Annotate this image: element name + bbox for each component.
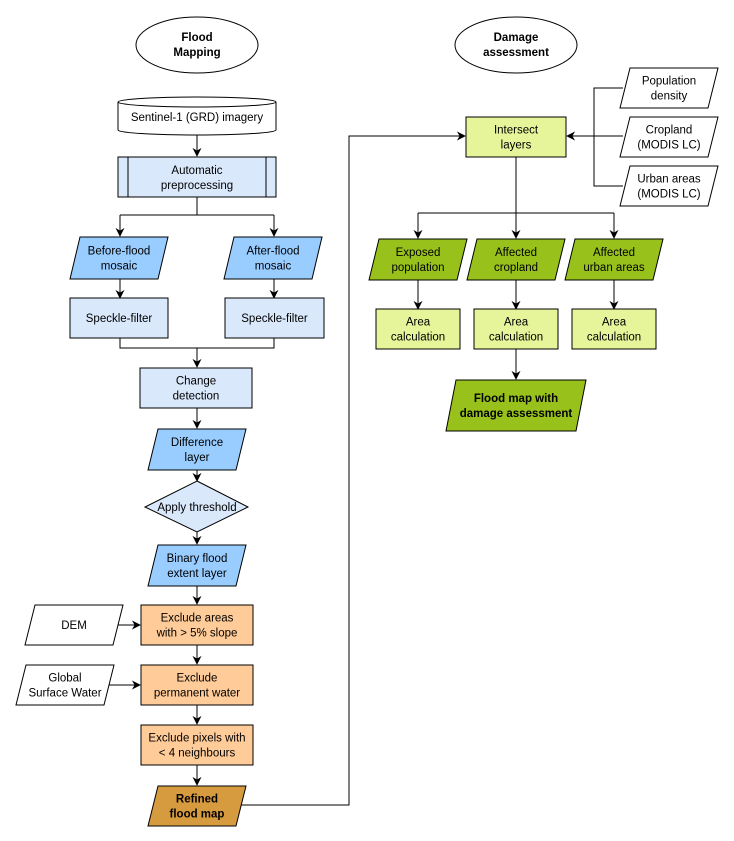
node-label: Global: [48, 673, 81, 685]
flowchart: Flood Mapping Damage assessment Sentinel…: [15, 16, 719, 827]
node-label: mosaic: [255, 261, 292, 273]
node-difference-layer: Difference layer: [147, 428, 247, 471]
node-label: Change: [176, 376, 216, 388]
node-sentinel-imagery: Sentinel-1 (GRD) imagery: [117, 96, 277, 136]
node-label: permanent water: [154, 688, 240, 700]
node-label: Apply threshold: [157, 502, 236, 514]
node-refined-flood-map: Refined flood map: [147, 785, 247, 827]
edge-preprocessing-split: [120, 197, 274, 216]
node-urban-modis: Urban areas (MODIS LC): [619, 165, 719, 207]
node-label: < 4 neighbours: [159, 748, 236, 760]
node-label: Area: [602, 317, 627, 329]
node-speckle-right: Speckle-filter: [224, 297, 325, 339]
node-label: urban areas: [583, 262, 645, 274]
header-line: Mapping: [173, 47, 220, 59]
node-label: Area: [504, 317, 529, 329]
node-change-detection: Change detection: [139, 367, 253, 409]
node-after-mosaic: After-flood mosaic: [223, 236, 323, 280]
node-label: Before-flood: [88, 246, 151, 258]
node-affected-cropland: Affected cropland: [466, 238, 566, 281]
node-label: calculation: [489, 332, 543, 344]
node-before-mosaic: Before-flood mosaic: [69, 236, 169, 280]
node-label: damage assessment: [460, 408, 573, 420]
node-exclude-permanent: Exclude permanent water: [140, 664, 254, 706]
node-binary-flood: Binary flood extent layer: [147, 544, 247, 587]
node-intersect-layers: Intersect layers: [465, 116, 567, 158]
node-label: Binary flood: [167, 553, 228, 565]
node-area-calc-1: Area calculation: [375, 308, 461, 350]
node-label: cropland: [494, 262, 538, 274]
edge-intersect-split: [418, 157, 614, 214]
header-damage-assessment: Damage assessment: [454, 16, 578, 74]
node-apply-threshold: Apply threshold: [143, 480, 250, 533]
header-line: Flood: [181, 32, 212, 44]
node-label: layers: [501, 140, 532, 152]
node-label: extent layer: [167, 568, 227, 580]
node-area-calc-3: Area calculation: [571, 308, 657, 350]
node-label: Exposed: [396, 247, 441, 259]
node-label: Flood map with: [474, 393, 558, 405]
node-exposed-population: Exposed population: [368, 238, 468, 281]
node-label: flood map: [170, 809, 225, 821]
node-label: Sentinel-1 (GRD) imagery: [131, 112, 264, 124]
node-label: Automatic: [171, 165, 222, 177]
node-global-surface-water: Global Surface Water: [15, 664, 115, 706]
node-dem: DEM: [24, 604, 124, 646]
node-label: Population: [642, 76, 696, 88]
node-label: layer: [185, 452, 210, 464]
node-label: preprocessing: [161, 180, 233, 192]
node-label: (MODIS LC): [637, 189, 700, 201]
node-label: mosaic: [101, 261, 138, 273]
header-line: assessment: [483, 47, 549, 59]
node-label: population: [391, 262, 444, 274]
edge-refined-intersect: [241, 131, 466, 806]
node-speckle-left: Speckle-filter: [69, 297, 169, 339]
node-area-calc-2: Area calculation: [473, 308, 559, 350]
node-label: density: [651, 91, 688, 103]
node-label: Affected: [495, 247, 537, 259]
node-label: Speckle-filter: [241, 313, 308, 325]
node-label: Refined: [176, 794, 218, 806]
node-label: Surface Water: [28, 688, 101, 700]
node-population-density: Population density: [619, 67, 719, 109]
node-cropland-modis: Cropland (MODIS LC): [619, 116, 719, 158]
node-label: Speckle-filter: [86, 313, 153, 325]
node-label: DEM: [61, 620, 87, 632]
node-label: calculation: [391, 332, 445, 344]
node-automatic-preprocessing: Automatic preprocessing: [117, 156, 277, 198]
header-flood-mapping: Flood Mapping: [135, 16, 259, 74]
node-label: Exclude areas: [161, 613, 234, 625]
node-label: After-flood: [246, 246, 299, 258]
node-label: Affected: [593, 247, 635, 259]
node-shape: [445, 379, 587, 432]
node-label: Urban areas: [637, 174, 701, 186]
edge-inputs-intersect: [567, 87, 623, 187]
node-label: detection: [173, 391, 220, 403]
node-label: Difference: [171, 437, 223, 449]
node-final-map: Flood map with damage assessment: [445, 379, 587, 432]
node-label: Area: [406, 317, 431, 329]
node-label: Cropland: [646, 125, 693, 137]
node-affected-urban: Affected urban areas: [564, 238, 664, 281]
header-line: Damage: [494, 32, 539, 44]
node-label: Exclude: [177, 673, 218, 685]
node-label: Exclude pixels with: [148, 733, 245, 745]
node-label: (MODIS LC): [637, 140, 700, 152]
node-exclude-pixels: Exclude pixels with < 4 neighbours: [140, 724, 254, 766]
node-label: with > 5% slope: [156, 628, 238, 640]
node-shape: [223, 236, 323, 280]
node-label: calculation: [587, 332, 641, 344]
edge-speckles-join: [119, 338, 275, 349]
node-label: Intersect: [494, 125, 539, 137]
node-shape: [69, 236, 169, 280]
node-exclude-slope: Exclude areas with > 5% slope: [140, 604, 254, 646]
